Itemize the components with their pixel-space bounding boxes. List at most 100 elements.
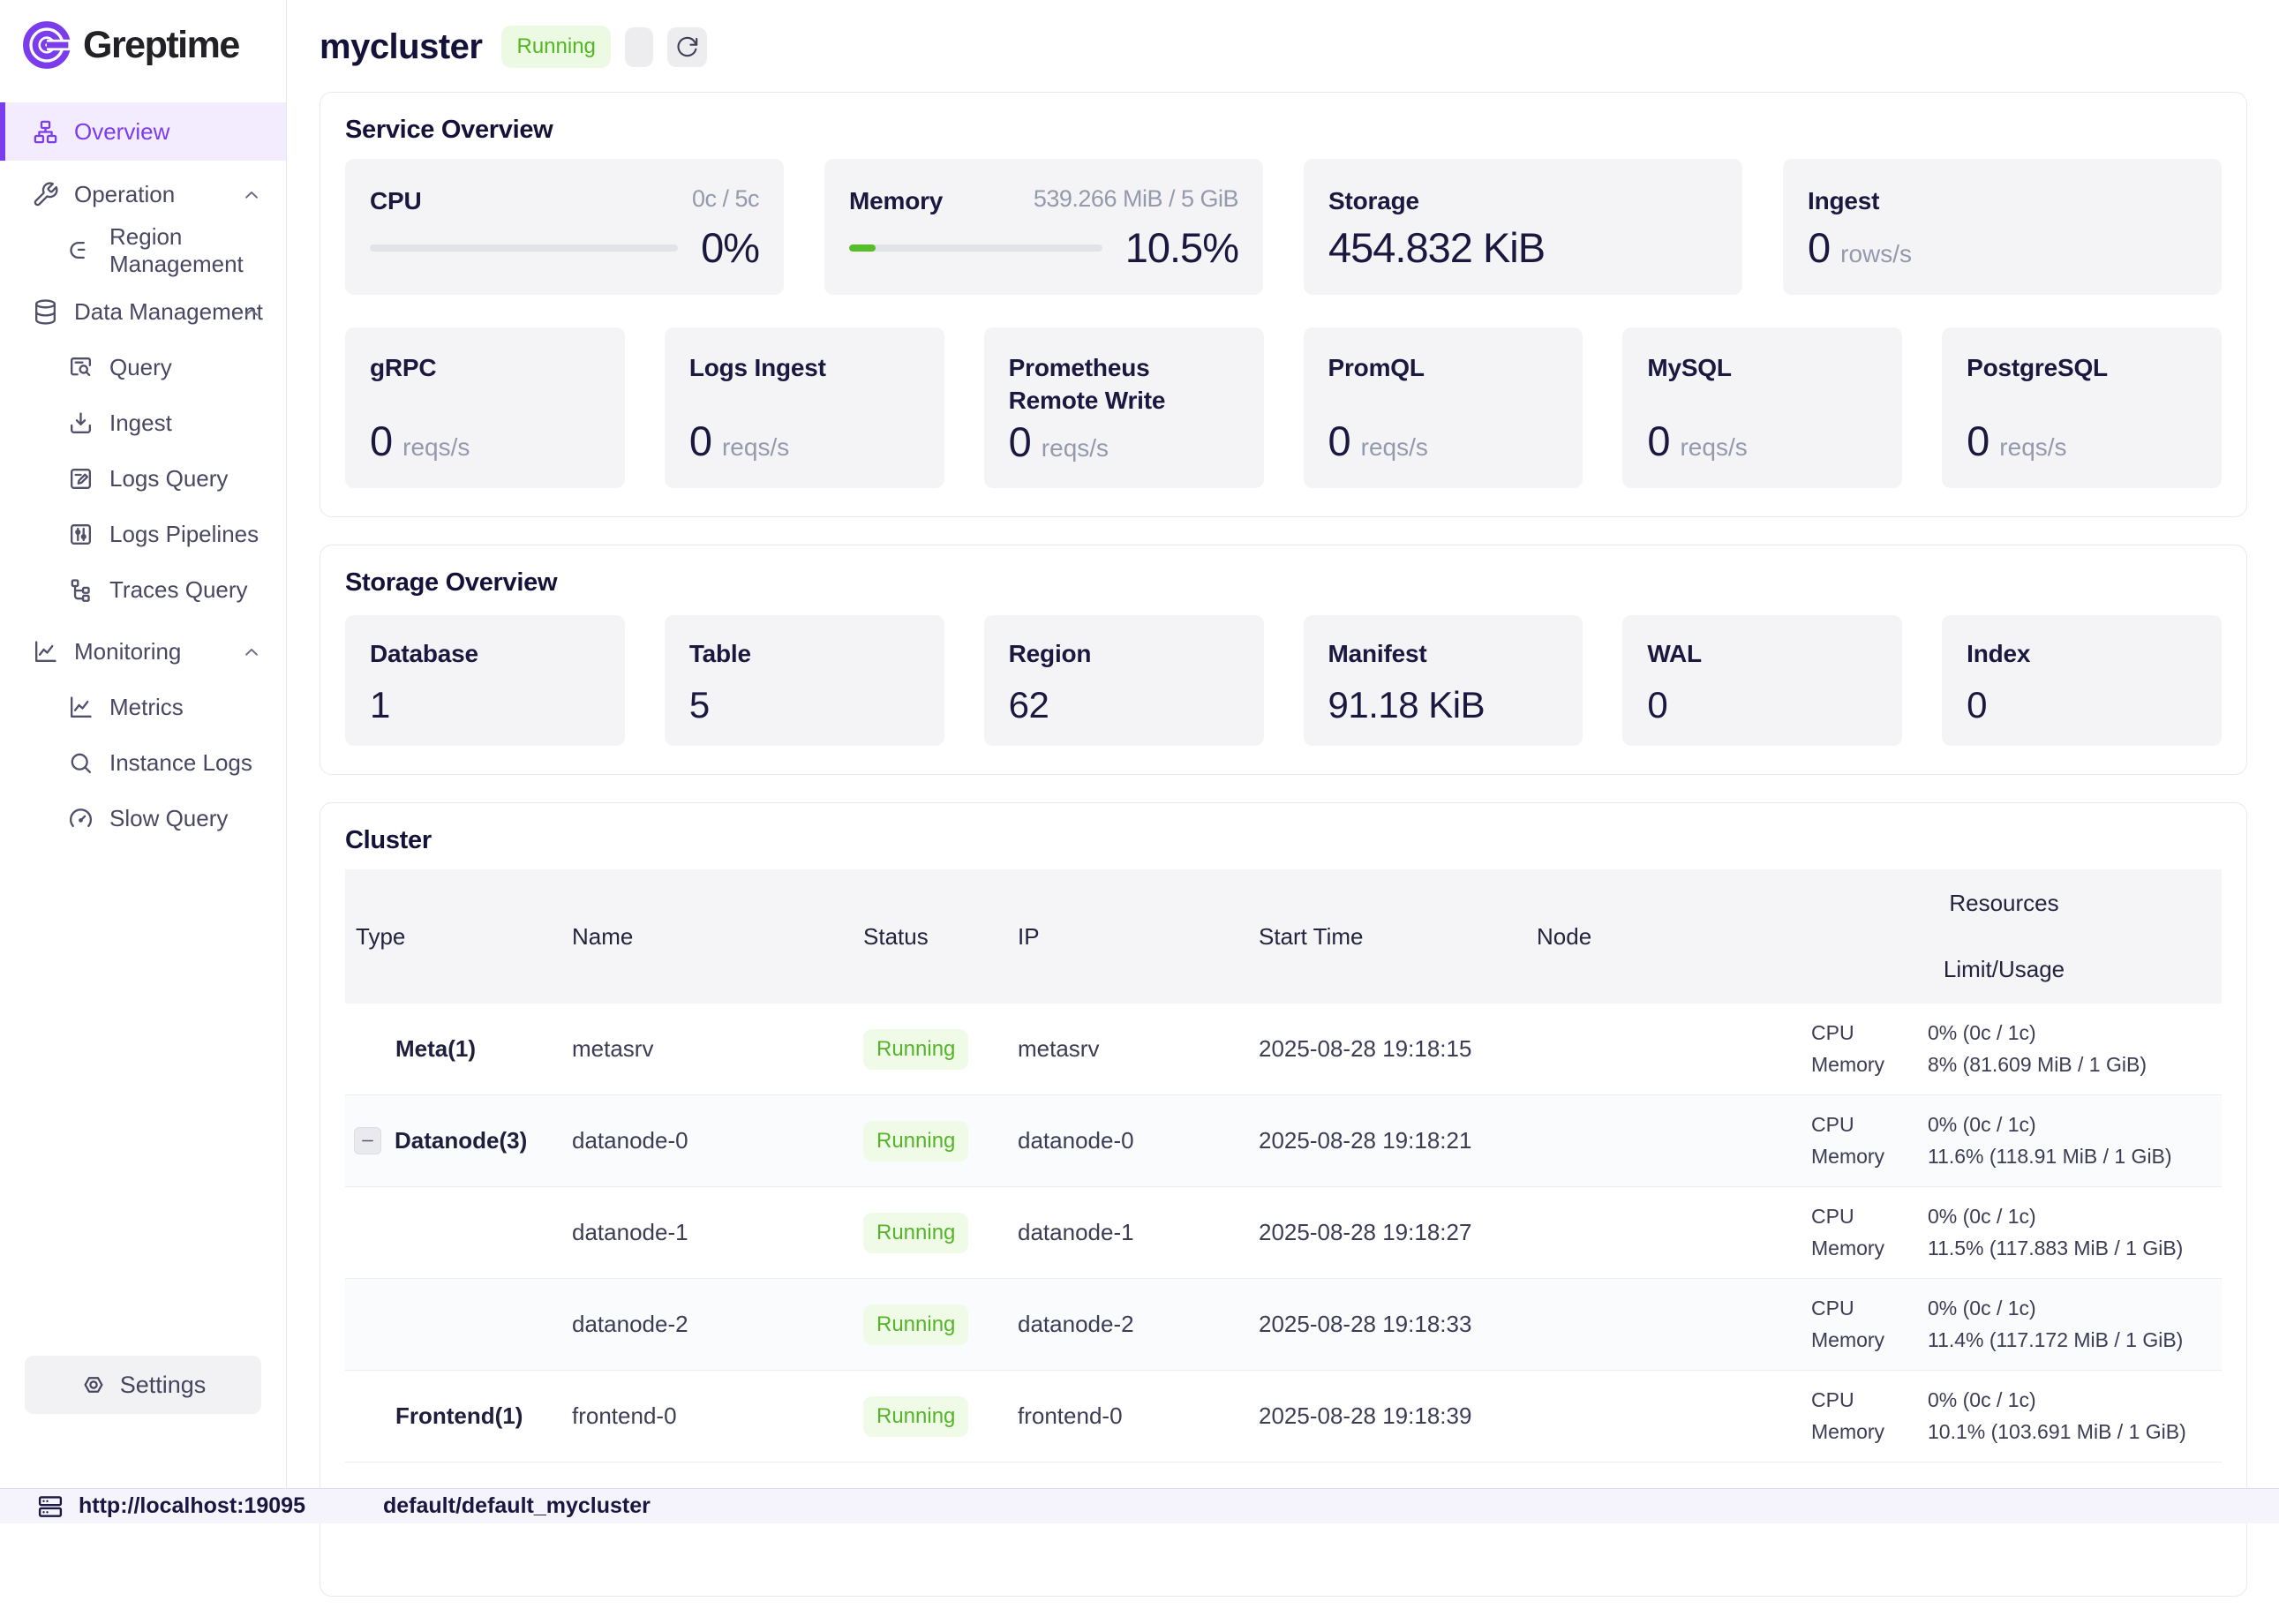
sidebar-item-instance-logs[interactable]: Instance Logs [0, 735, 286, 791]
server-url: http://localhost:19095 [79, 1493, 305, 1519]
cpu-percent: 0% [701, 223, 759, 272]
sidebar-item-logs-pipelines[interactable]: Logs Pipelines [0, 507, 286, 562]
sidebar-item-logs-query[interactable]: Logs Query [0, 451, 286, 507]
sidebar-item-label: Overview [74, 118, 169, 146]
section-title: Cluster [345, 826, 2222, 855]
ingest-card: Ingest 0 rows/s [1783, 159, 2222, 295]
sidebar-item-label: Monitoring [74, 638, 181, 665]
wal-card: WAL 0 [1622, 615, 1902, 746]
stat-label: CPU [370, 185, 422, 218]
cpu-card: CPU 0c / 5c 0% [345, 159, 784, 295]
status-badge: Running [863, 1121, 968, 1162]
page-title: mycluster [320, 27, 482, 67]
sidebar-item-query[interactable]: Query [0, 340, 286, 395]
sidebar-item-slow-query[interactable]: Slow Query [0, 791, 286, 846]
promql-card: PromQL 0 reqs/s [1304, 327, 1583, 488]
sidebar-item-label: Operation [74, 181, 175, 208]
refresh-icon [675, 35, 699, 59]
status-badge: Running [863, 1213, 968, 1253]
sidebar-nav: Overview Operation Region Management Dat… [0, 102, 286, 846]
table-row: datanode-2 Running datanode-2 2025-08-28… [345, 1279, 2222, 1371]
chevron-up-icon [240, 301, 263, 324]
table-row: datanode-1 Running datanode-1 2025-08-28… [345, 1187, 2222, 1279]
sidebar-item-operation[interactable]: Operation [0, 167, 286, 222]
resources-cell: CPU0% (0c / 1c) Memory11.6% (118.91 MiB … [1786, 1113, 2222, 1169]
region-management-icon [67, 237, 94, 264]
storage-card: Storage 454.832 KiB [1304, 159, 1742, 295]
sidebar-item-label: Logs Query [109, 465, 228, 492]
memory-progress-bar [849, 244, 1102, 252]
server-icon [37, 1493, 64, 1520]
sidebar-item-region-management[interactable]: Region Management [0, 222, 286, 278]
resources-cell: CPU0% (0c / 1c) Memory11.4% (117.172 MiB… [1786, 1297, 2222, 1352]
main-content: mycluster Running Service Overview CPU 0… [288, 0, 2279, 1624]
metrics-icon [67, 694, 94, 721]
resources-cell: CPU0% (0c / 1c) Memory8% (81.609 MiB / 1… [1786, 1021, 2222, 1077]
storage-value: 454.832 KiB [1328, 223, 1545, 272]
postgresql-card: PostgreSQL 0 reqs/s [1942, 327, 2222, 488]
memory-percent: 10.5% [1125, 223, 1238, 272]
header-extra-button[interactable] [625, 27, 653, 67]
stat-label: Ingest [1808, 185, 1879, 218]
greptime-logo-icon [21, 19, 72, 71]
status-badge: Running [863, 1396, 968, 1437]
database-scope: default/default_mycluster [383, 1493, 651, 1519]
col-start-time: Start Time [1248, 923, 1526, 951]
sidebar-item-label: Metrics [109, 694, 184, 721]
sidebar-item-ingest[interactable]: Ingest [0, 395, 286, 451]
logs-query-icon [67, 465, 94, 492]
status-badge: Running [863, 1304, 968, 1345]
sidebar-item-metrics[interactable]: Metrics [0, 680, 286, 735]
sidebar-item-label: Instance Logs [109, 749, 252, 777]
sidebar: Greptime Overview Operation Region Manag… [0, 0, 287, 1488]
stat-capacity: 539.266 MiB / 5 GiB [1034, 185, 1238, 213]
sidebar-item-monitoring[interactable]: Monitoring [0, 624, 286, 680]
stat-label: Memory [849, 185, 943, 218]
status-bar: http://localhost:19095 default/default_m… [0, 1488, 2279, 1523]
sidebar-item-label: Slow Query [109, 805, 228, 832]
page-header: mycluster Running [320, 21, 2247, 72]
sidebar-item-data-management[interactable]: Data Management [0, 284, 286, 340]
region-card: Region 62 [984, 615, 1264, 746]
sidebar-item-overview[interactable]: Overview [0, 102, 286, 161]
monitoring-icon [32, 638, 59, 665]
storage-cards-row: Database 1 Table 5 Region 62 Manifest 91… [345, 615, 2222, 746]
rate-cards-row: gRPC 0 reqs/s Logs Ingest 0 reqs/s Prome… [345, 327, 2222, 488]
collapse-datanode-button[interactable] [354, 1127, 381, 1154]
ingest-icon [67, 410, 94, 437]
ingest-unit: rows/s [1840, 240, 1912, 268]
cluster-table: Type Name Status IP Start Time Node Reso… [345, 869, 2222, 1462]
sidebar-item-label: Data Management [74, 298, 263, 326]
index-card: Index 0 [1942, 615, 2222, 746]
stat-label: Storage [1328, 185, 1419, 218]
col-node: Node [1526, 923, 1786, 951]
search-icon [67, 749, 94, 777]
service-overview-panel: Service Overview CPU 0c / 5c 0% Memory 5… [320, 92, 2247, 517]
col-status: Status [853, 923, 1007, 951]
mysql-card: MySQL 0 reqs/s [1622, 327, 1902, 488]
query-icon [67, 354, 94, 381]
logs-pipelines-icon [67, 521, 94, 548]
minus-icon [360, 1133, 375, 1148]
cluster-table-header: Type Name Status IP Start Time Node Reso… [345, 869, 2222, 1004]
storage-overview-panel: Storage Overview Database 1 Table 5 Regi… [320, 545, 2247, 775]
traces-query-icon [67, 576, 94, 604]
chevron-up-icon [240, 184, 263, 207]
settings-label: Settings [120, 1372, 207, 1399]
table-row: Frontend(1) frontend-0 Running frontend-… [345, 1371, 2222, 1462]
grpc-card: gRPC 0 reqs/s [345, 327, 625, 488]
cluster-status-badge: Running [501, 26, 610, 68]
sidebar-item-traces-query[interactable]: Traces Query [0, 562, 286, 618]
cpu-progress-bar [370, 244, 678, 252]
settings-button[interactable]: Settings [25, 1356, 261, 1414]
table-row: Datanode(3) datanode-0 Running datanode-… [345, 1095, 2222, 1187]
col-ip: IP [1007, 923, 1248, 951]
resources-cell: CPU0% (0c / 1c) Memory11.5% (117.883 MiB… [1786, 1205, 2222, 1260]
chevron-up-icon [240, 641, 263, 664]
sidebar-item-label: Logs Pipelines [109, 521, 259, 548]
brand-name: Greptime [83, 24, 239, 67]
section-title: Storage Overview [345, 568, 2222, 598]
refresh-button[interactable] [667, 27, 707, 67]
col-name: Name [561, 923, 853, 951]
wrench-icon [32, 181, 59, 208]
